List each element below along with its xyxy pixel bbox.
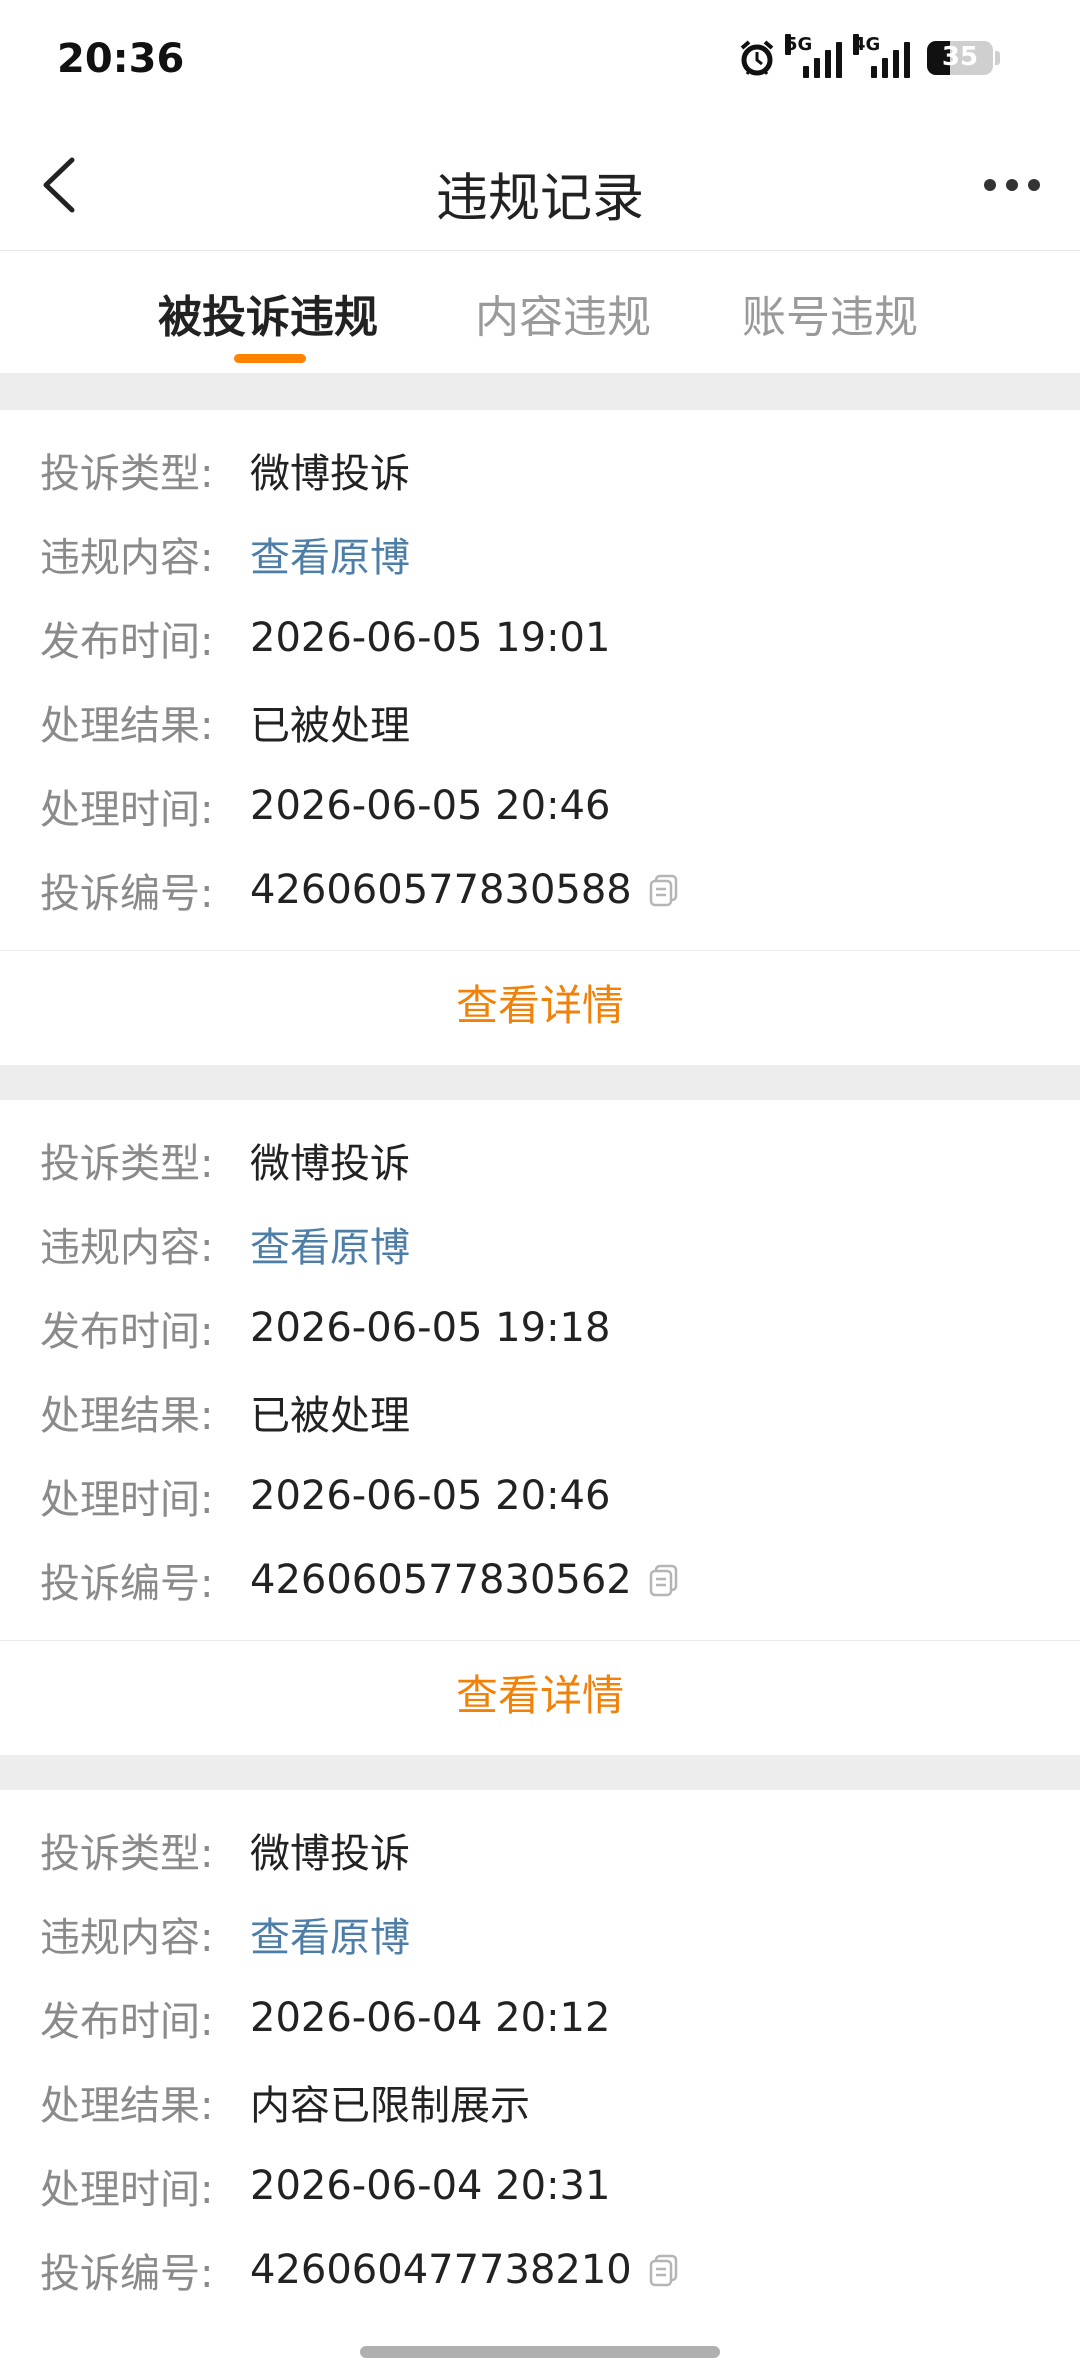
- copy-icon[interactable]: [646, 2252, 682, 2288]
- value-result: 已被处理: [250, 1393, 410, 1439]
- label-content: 违规内容:: [40, 535, 214, 581]
- label-published: 发布时间:: [40, 1309, 214, 1355]
- value-id: 426060577830588: [250, 867, 632, 913]
- value-handled: 2026-06-05 20:46: [250, 1473, 611, 1519]
- value-published: 2026-06-05 19:01: [250, 615, 611, 661]
- tab-complained-violations[interactable]: 被投诉违规: [158, 281, 378, 345]
- record-row-result: 处理结果: 已被处理: [40, 1384, 410, 1440]
- value-published: 2026-06-04 20:12: [250, 1995, 611, 2041]
- value-published: 2026-06-05 19:18: [250, 1305, 611, 1351]
- label-result: 处理结果:: [40, 1393, 214, 1439]
- status-icons: 5G 4G 35: [737, 34, 1000, 78]
- value-handled: 2026-06-04 20:31: [250, 2163, 611, 2209]
- label-handled: 处理时间:: [40, 787, 214, 833]
- alarm-icon: [740, 40, 774, 76]
- home-indicator[interactable]: [360, 2346, 720, 2358]
- copy-icon[interactable]: [646, 1562, 682, 1598]
- tab-content-violations[interactable]: 内容违规: [475, 281, 651, 345]
- label-published: 发布时间:: [40, 1999, 214, 2045]
- value-result: 已被处理: [250, 703, 410, 749]
- record-card: 投诉类型: 微博投诉 违规内容: 查看原博 发布时间: 2026-06-05 1…: [0, 410, 1080, 1065]
- record-row-handled: 处理时间: 2026-06-05 20:46: [40, 1468, 610, 1524]
- value-id: 426060577830562: [250, 1557, 632, 1603]
- net-4g-label: 4G: [853, 34, 881, 55]
- page-title: 违规记录: [435, 169, 644, 229]
- value-handled: 2026-06-05 20:46: [250, 783, 611, 829]
- label-published: 发布时间:: [40, 619, 214, 665]
- label-id: 投诉编号:: [40, 1561, 214, 1607]
- battery-icon: 35: [927, 41, 993, 75]
- value-type: 微博投诉: [250, 451, 410, 497]
- battery-level: 35: [941, 42, 979, 72]
- record-row-id: 投诉编号: 426060577830562: [40, 1552, 682, 1608]
- more-options-icon[interactable]: [972, 150, 1052, 220]
- label-id: 投诉编号:: [40, 2251, 214, 2297]
- record-row-id: 投诉编号: 426060577830588: [40, 862, 682, 918]
- copy-icon[interactable]: [646, 872, 682, 908]
- record-row-type: 投诉类型: 微博投诉: [40, 1822, 410, 1878]
- battery-tip: [995, 51, 1000, 65]
- record-row-content: 违规内容: 查看原博: [40, 526, 410, 582]
- label-type: 投诉类型:: [40, 451, 214, 497]
- record-row-type: 投诉类型: 微博投诉: [40, 442, 410, 498]
- view-details-button[interactable]: 查看详情: [0, 951, 1080, 1061]
- record-row-handled: 处理时间: 2026-06-04 20:31: [40, 2158, 610, 2214]
- active-tab-indicator: [234, 354, 306, 363]
- record-row-id: 投诉编号: 426060477738210: [40, 2242, 682, 2298]
- label-handled: 处理时间:: [40, 2167, 214, 2213]
- label-content: 违规内容:: [40, 1915, 214, 1961]
- tab-bar: 被投诉违规 内容违规 账号违规: [0, 251, 1080, 373]
- signal-5g-icon: 5G: [785, 34, 845, 78]
- value-type: 微博投诉: [250, 1141, 410, 1187]
- record-row-result: 处理结果: 内容已限制展示: [40, 2074, 530, 2130]
- label-content: 违规内容:: [40, 1225, 214, 1271]
- view-original-link[interactable]: 查看原博: [250, 1215, 410, 1273]
- record-row-type: 投诉类型: 微博投诉: [40, 1132, 410, 1188]
- label-type: 投诉类型:: [40, 1831, 214, 1877]
- label-id: 投诉编号:: [40, 871, 214, 917]
- net-5g-label: 5G: [785, 34, 813, 55]
- record-row-published: 发布时间: 2026-06-05 19:18: [40, 1300, 610, 1356]
- status-time: 20:36: [57, 36, 185, 82]
- view-original-link[interactable]: 查看原博: [250, 525, 410, 583]
- status-bar: 20:36 5G 4G 35: [0, 0, 1080, 120]
- value-id: 426060477738210: [250, 2247, 632, 2293]
- record-row-published: 发布时间: 2026-06-04 20:12: [40, 1990, 610, 2046]
- record-row-content: 违规内容: 查看原博: [40, 1216, 410, 1272]
- record-card: 投诉类型: 微博投诉 违规内容: 查看原博 发布时间: 2026-06-04 2…: [0, 1790, 1080, 2376]
- record-row-handled: 处理时间: 2026-06-05 20:46: [40, 778, 610, 834]
- record-row-content: 违规内容: 查看原博: [40, 1906, 410, 1962]
- label-type: 投诉类型:: [40, 1141, 214, 1187]
- tab-account-violations[interactable]: 账号违规: [742, 281, 918, 345]
- value-result: 内容已限制展示: [250, 2083, 530, 2129]
- record-row-published: 发布时间: 2026-06-05 19:01: [40, 610, 610, 666]
- view-details-button[interactable]: 查看详情: [0, 1641, 1080, 1751]
- signal-4g-icon: 4G: [853, 34, 913, 78]
- record-row-result: 处理结果: 已被处理: [40, 694, 410, 750]
- value-type: 微博投诉: [250, 1831, 410, 1877]
- label-result: 处理结果:: [40, 2083, 214, 2129]
- nav-bar: 违规记录: [0, 120, 1080, 251]
- label-handled: 处理时间:: [40, 1477, 214, 1523]
- record-card: 投诉类型: 微博投诉 违规内容: 查看原博 发布时间: 2026-06-05 1…: [0, 1100, 1080, 1755]
- view-original-link[interactable]: 查看原博: [250, 1905, 410, 1963]
- label-result: 处理结果:: [40, 703, 214, 749]
